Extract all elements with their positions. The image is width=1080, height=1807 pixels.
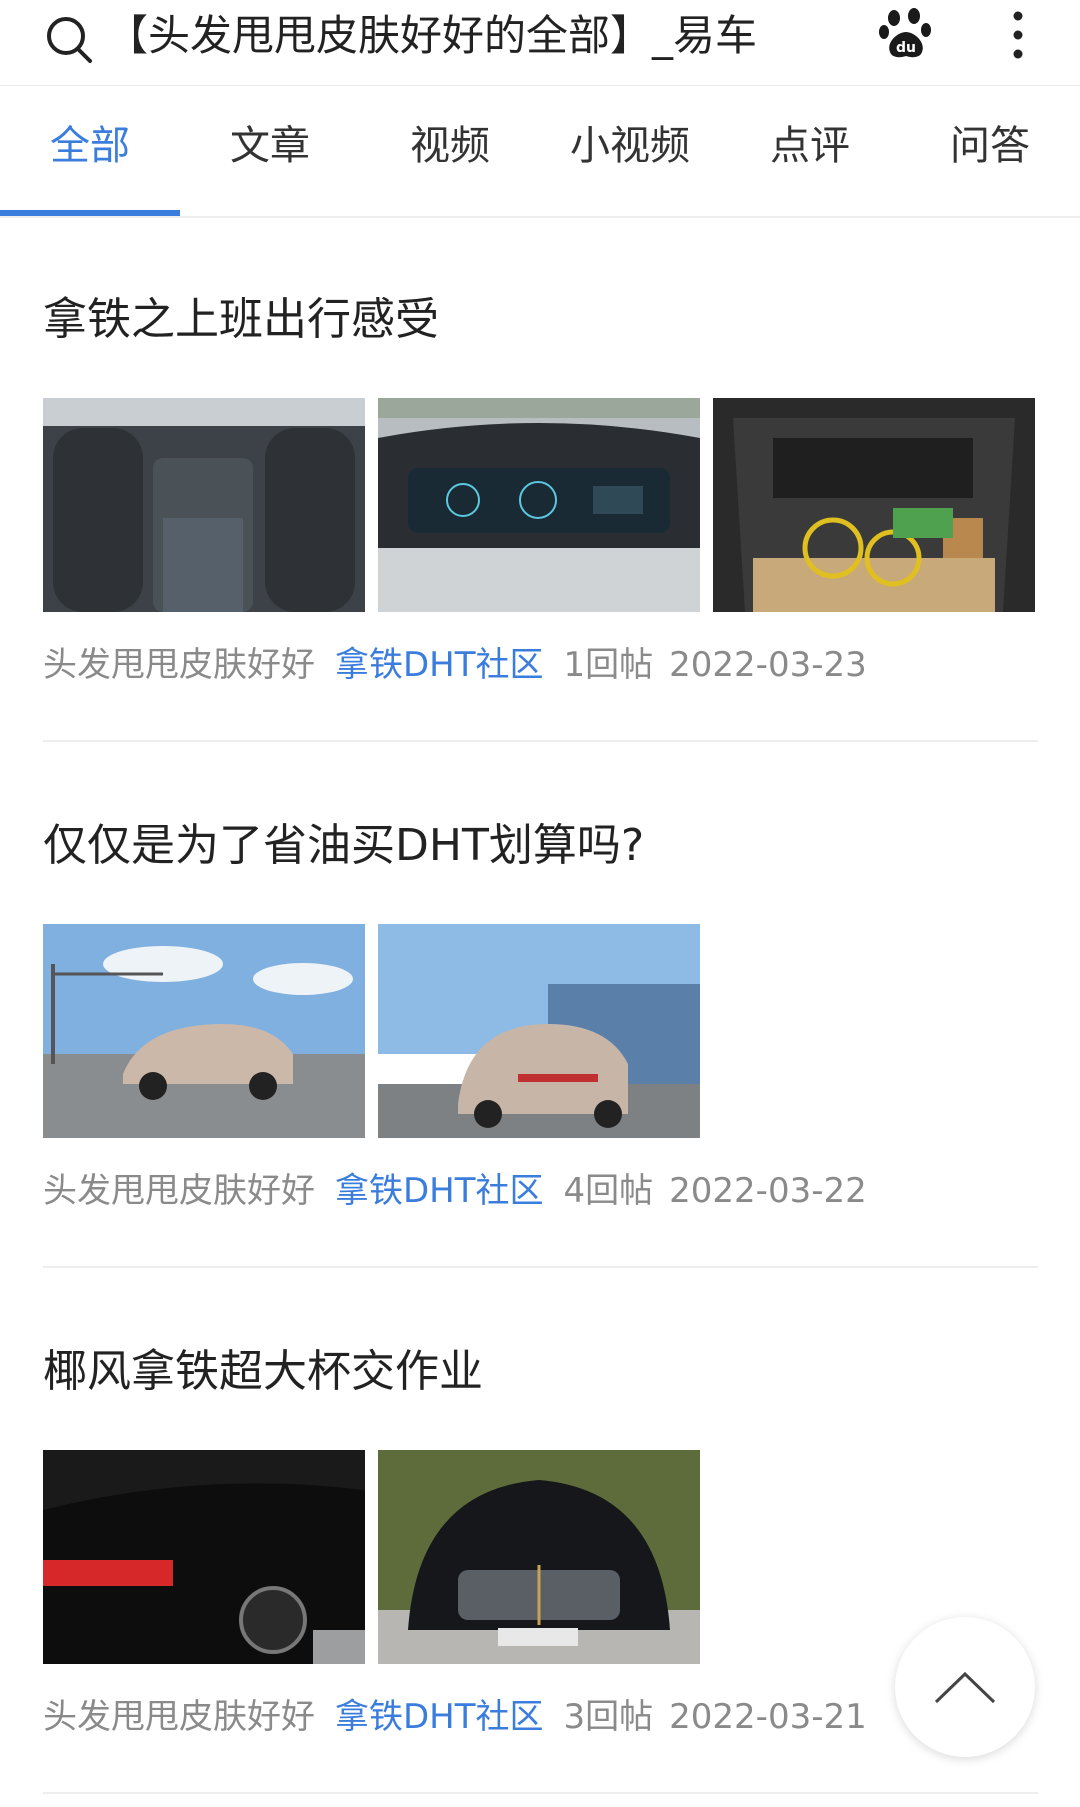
category-tabs: 全部 文章 视频 小视频 点评 问答 xyxy=(0,86,1080,218)
post-meta: 头发甩甩皮肤好好 拿铁DHT社区 4回帖 2022-03-22 xyxy=(43,1168,887,1214)
post-date: 2022-03-23 xyxy=(669,645,867,685)
suv-front-side-road-photo[interactable] xyxy=(43,924,365,1138)
post-title[interactable]: 拿铁之上班出行感受 xyxy=(43,290,439,350)
tab-articles[interactable]: 文章 xyxy=(180,86,360,216)
post-author[interactable]: 头发甩甩皮肤好好 xyxy=(43,645,315,685)
chevron-up-icon xyxy=(934,1671,996,1704)
post-divider xyxy=(43,1792,1038,1794)
post-thumbnails xyxy=(43,924,700,1138)
post-title[interactable]: 椰风拿铁超大杯交作业 xyxy=(43,1342,483,1402)
post-meta: 头发甩甩皮肤好好 拿铁DHT社区 1回帖 2022-03-23 xyxy=(43,642,887,688)
post-date: 2022-03-21 xyxy=(669,1697,867,1737)
tab-videos[interactable]: 视频 xyxy=(360,86,540,216)
black-suv-front-grille-photo[interactable] xyxy=(378,1450,700,1664)
search-icon[interactable] xyxy=(44,8,96,68)
top-bar: 【头发甩甩皮肤好好的全部】_易车 du xyxy=(0,0,1080,86)
more-vertical-icon[interactable] xyxy=(1000,6,1036,66)
post-thumbnails xyxy=(43,1450,700,1664)
active-tab-indicator xyxy=(0,210,180,216)
dashboard-screen-photo[interactable] xyxy=(378,398,700,612)
black-suv-taillight-photo[interactable] xyxy=(43,1450,365,1664)
svg-text:du: du xyxy=(896,40,916,56)
post-title[interactable]: 仅仅是为了省油买DHT划算吗? xyxy=(43,816,644,876)
suv-rear-parking-photo[interactable] xyxy=(378,924,700,1138)
tab-qa[interactable]: 问答 xyxy=(900,86,1080,216)
post-author[interactable]: 头发甩甩皮肤好好 xyxy=(43,1697,315,1737)
tab-short-videos[interactable]: 小视频 xyxy=(540,86,720,216)
baidu-paw-icon[interactable]: du xyxy=(878,6,934,62)
post-date: 2022-03-22 xyxy=(669,1171,867,1211)
post-reply-count: 3回帖 xyxy=(563,1697,654,1737)
post-divider xyxy=(43,1266,1038,1268)
tab-reviews[interactable]: 点评 xyxy=(720,86,900,216)
page-title[interactable]: 【头发甩甩皮肤好好的全部】_易车 xyxy=(106,6,806,66)
post-divider xyxy=(43,740,1038,742)
post-reply-count: 4回帖 xyxy=(563,1171,654,1211)
post-forum-link[interactable]: 拿铁DHT社区 xyxy=(335,645,544,685)
post-thumbnails xyxy=(43,398,1035,612)
back-to-top-button[interactable] xyxy=(895,1617,1035,1757)
post-reply-count: 1回帖 xyxy=(563,645,654,685)
post-forum-link[interactable]: 拿铁DHT社区 xyxy=(335,1171,544,1211)
rear-seats-photo[interactable] xyxy=(43,398,365,612)
post-forum-link[interactable]: 拿铁DHT社区 xyxy=(335,1697,544,1737)
trunk-with-bicycle-photo[interactable] xyxy=(713,398,1035,612)
tab-all[interactable]: 全部 xyxy=(0,86,180,216)
post-meta: 头发甩甩皮肤好好 拿铁DHT社区 3回帖 2022-03-21 xyxy=(43,1694,887,1740)
post-author[interactable]: 头发甩甩皮肤好好 xyxy=(43,1171,315,1211)
